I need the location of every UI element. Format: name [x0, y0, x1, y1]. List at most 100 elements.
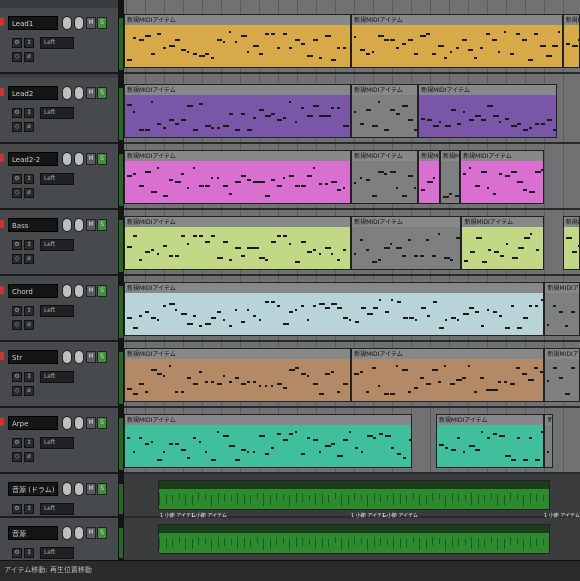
solo-button[interactable]: S — [97, 87, 107, 99]
midi-item[interactable]: 新規MIDIアイテム — [124, 150, 352, 204]
input-select[interactable]: Left — [40, 173, 74, 185]
solo-button[interactable]: S — [97, 351, 107, 363]
midi-item[interactable]: 新規MIDIアイテム — [544, 414, 553, 468]
record-arm-indicator[interactable] — [0, 352, 4, 360]
fx-button[interactable]: ⚙ — [12, 504, 22, 514]
midi-item[interactable]: 新規MIDIアイテム — [460, 150, 545, 204]
record-arm-indicator[interactable] — [0, 418, 4, 426]
pan-knob[interactable] — [74, 86, 84, 100]
env-button[interactable]: ◇ — [12, 254, 22, 264]
midi-item[interactable]: 新規MIDIアイテム — [124, 348, 352, 402]
io-button[interactable]: ↕ — [24, 548, 34, 558]
mute-button[interactable]: M — [86, 219, 96, 231]
io-button[interactable]: ↕ — [24, 240, 34, 250]
io-button[interactable]: ↕ — [24, 438, 34, 448]
volume-knob[interactable] — [62, 86, 72, 100]
env-button[interactable]: ◇ — [12, 452, 22, 462]
midi-item[interactable]: 新規MIDIアイテム — [351, 216, 462, 270]
mute-button[interactable]: M — [86, 285, 96, 297]
pan-knob[interactable] — [74, 350, 84, 364]
input-select[interactable]: Left — [40, 239, 74, 251]
input-select[interactable]: Left — [40, 437, 74, 449]
phase-button[interactable]: ø — [24, 188, 34, 198]
midi-item[interactable]: 新規MIDIアイテム — [124, 216, 352, 270]
volume-knob[interactable] — [62, 16, 72, 30]
solo-button[interactable]: S — [97, 219, 107, 231]
track-name[interactable]: Lead2 — [8, 86, 58, 100]
track-name[interactable]: 音源 — [8, 526, 58, 540]
fx-button[interactable]: ⚙ — [12, 306, 22, 316]
input-select[interactable]: Left — [40, 305, 74, 317]
midi-item[interactable]: 新規MIDIアイテム — [418, 150, 440, 204]
mute-button[interactable]: M — [86, 527, 96, 539]
mute-button[interactable]: M — [86, 153, 96, 165]
midi-item[interactable]: 新規MIDIアイテム — [544, 282, 580, 336]
phase-button[interactable]: ø — [24, 254, 34, 264]
midi-item[interactable]: 新規MIDIアイテム — [124, 414, 413, 468]
track-name[interactable]: Bass — [8, 218, 58, 232]
io-button[interactable]: ↕ — [24, 108, 34, 118]
audio-item[interactable] — [158, 480, 550, 510]
arrange-view[interactable]: 新規MIDIアイテム新規MIDIアイテム新規MIDIアイテム新規MIDIアイテム… — [124, 0, 580, 560]
input-select[interactable]: Left — [40, 547, 74, 559]
record-arm-indicator[interactable] — [0, 18, 4, 26]
env-button[interactable]: ◇ — [12, 320, 22, 330]
pan-knob[interactable] — [74, 16, 84, 30]
midi-item[interactable]: 新規MIDIアイテム — [124, 84, 352, 138]
volume-knob[interactable] — [62, 526, 72, 540]
pan-knob[interactable] — [74, 416, 84, 430]
mute-button[interactable]: M — [86, 417, 96, 429]
pan-knob[interactable] — [74, 284, 84, 298]
io-button[interactable]: ↕ — [24, 372, 34, 382]
solo-button[interactable]: S — [97, 153, 107, 165]
midi-item[interactable]: 新規MIDIアイテム — [418, 84, 558, 138]
record-arm-indicator[interactable] — [0, 220, 4, 228]
record-arm-indicator[interactable] — [0, 154, 4, 162]
mute-button[interactable]: M — [86, 483, 96, 495]
mute-button[interactable]: M — [86, 17, 96, 29]
phase-button[interactable]: ø — [24, 386, 34, 396]
audio-item[interactable] — [158, 524, 550, 554]
volume-knob[interactable] — [62, 416, 72, 430]
io-button[interactable]: ↕ — [24, 174, 34, 184]
midi-item[interactable]: 新規MIDIアイテム — [435, 414, 545, 468]
fx-button[interactable]: ⚙ — [12, 108, 22, 118]
solo-button[interactable]: S — [97, 527, 107, 539]
fx-button[interactable]: ⚙ — [12, 38, 22, 48]
fx-button[interactable]: ⚙ — [12, 240, 22, 250]
phase-button[interactable]: ø — [24, 452, 34, 462]
pan-knob[interactable] — [74, 526, 84, 540]
solo-button[interactable]: S — [97, 285, 107, 297]
input-select[interactable]: Left — [40, 107, 74, 119]
volume-knob[interactable] — [62, 152, 72, 166]
track-name[interactable]: Arpe — [8, 416, 58, 430]
track-name[interactable]: 音源 (ドラム) — [8, 482, 58, 496]
volume-knob[interactable] — [62, 482, 72, 496]
fx-button[interactable]: ⚙ — [12, 438, 22, 448]
fx-button[interactable]: ⚙ — [12, 548, 22, 558]
midi-item[interactable]: 新規MIDIアイテム — [351, 14, 563, 68]
io-button[interactable]: ↕ — [24, 306, 34, 316]
input-select[interactable]: Left — [40, 503, 74, 515]
midi-item[interactable]: 新規MIDIアイテム — [351, 150, 419, 204]
record-arm-indicator[interactable] — [0, 286, 4, 294]
pan-knob[interactable] — [74, 218, 84, 232]
track-name[interactable]: Lead2-2 — [8, 152, 58, 166]
midi-item[interactable]: 新規MIDIアイテム — [351, 348, 545, 402]
track-name[interactable]: Str — [8, 350, 58, 364]
midi-item[interactable]: 新規MIDIアイテム — [351, 84, 419, 138]
io-button[interactable]: ↕ — [24, 38, 34, 48]
phase-button[interactable]: ø — [24, 320, 34, 330]
pan-knob[interactable] — [74, 482, 84, 496]
midi-item[interactable]: 新規MIDIアイテム — [562, 216, 580, 270]
solo-button[interactable]: S — [97, 417, 107, 429]
midi-item[interactable]: 新規MIDIアイテム — [124, 14, 352, 68]
midi-item[interactable]: 新規MIDIアイテム — [124, 282, 545, 336]
mute-button[interactable]: M — [86, 351, 96, 363]
track-name[interactable]: Chord — [8, 284, 58, 298]
volume-knob[interactable] — [62, 350, 72, 364]
fx-button[interactable]: ⚙ — [12, 174, 22, 184]
env-button[interactable]: ◇ — [12, 188, 22, 198]
phase-button[interactable]: ø — [24, 122, 34, 132]
env-button[interactable]: ◇ — [12, 52, 22, 62]
